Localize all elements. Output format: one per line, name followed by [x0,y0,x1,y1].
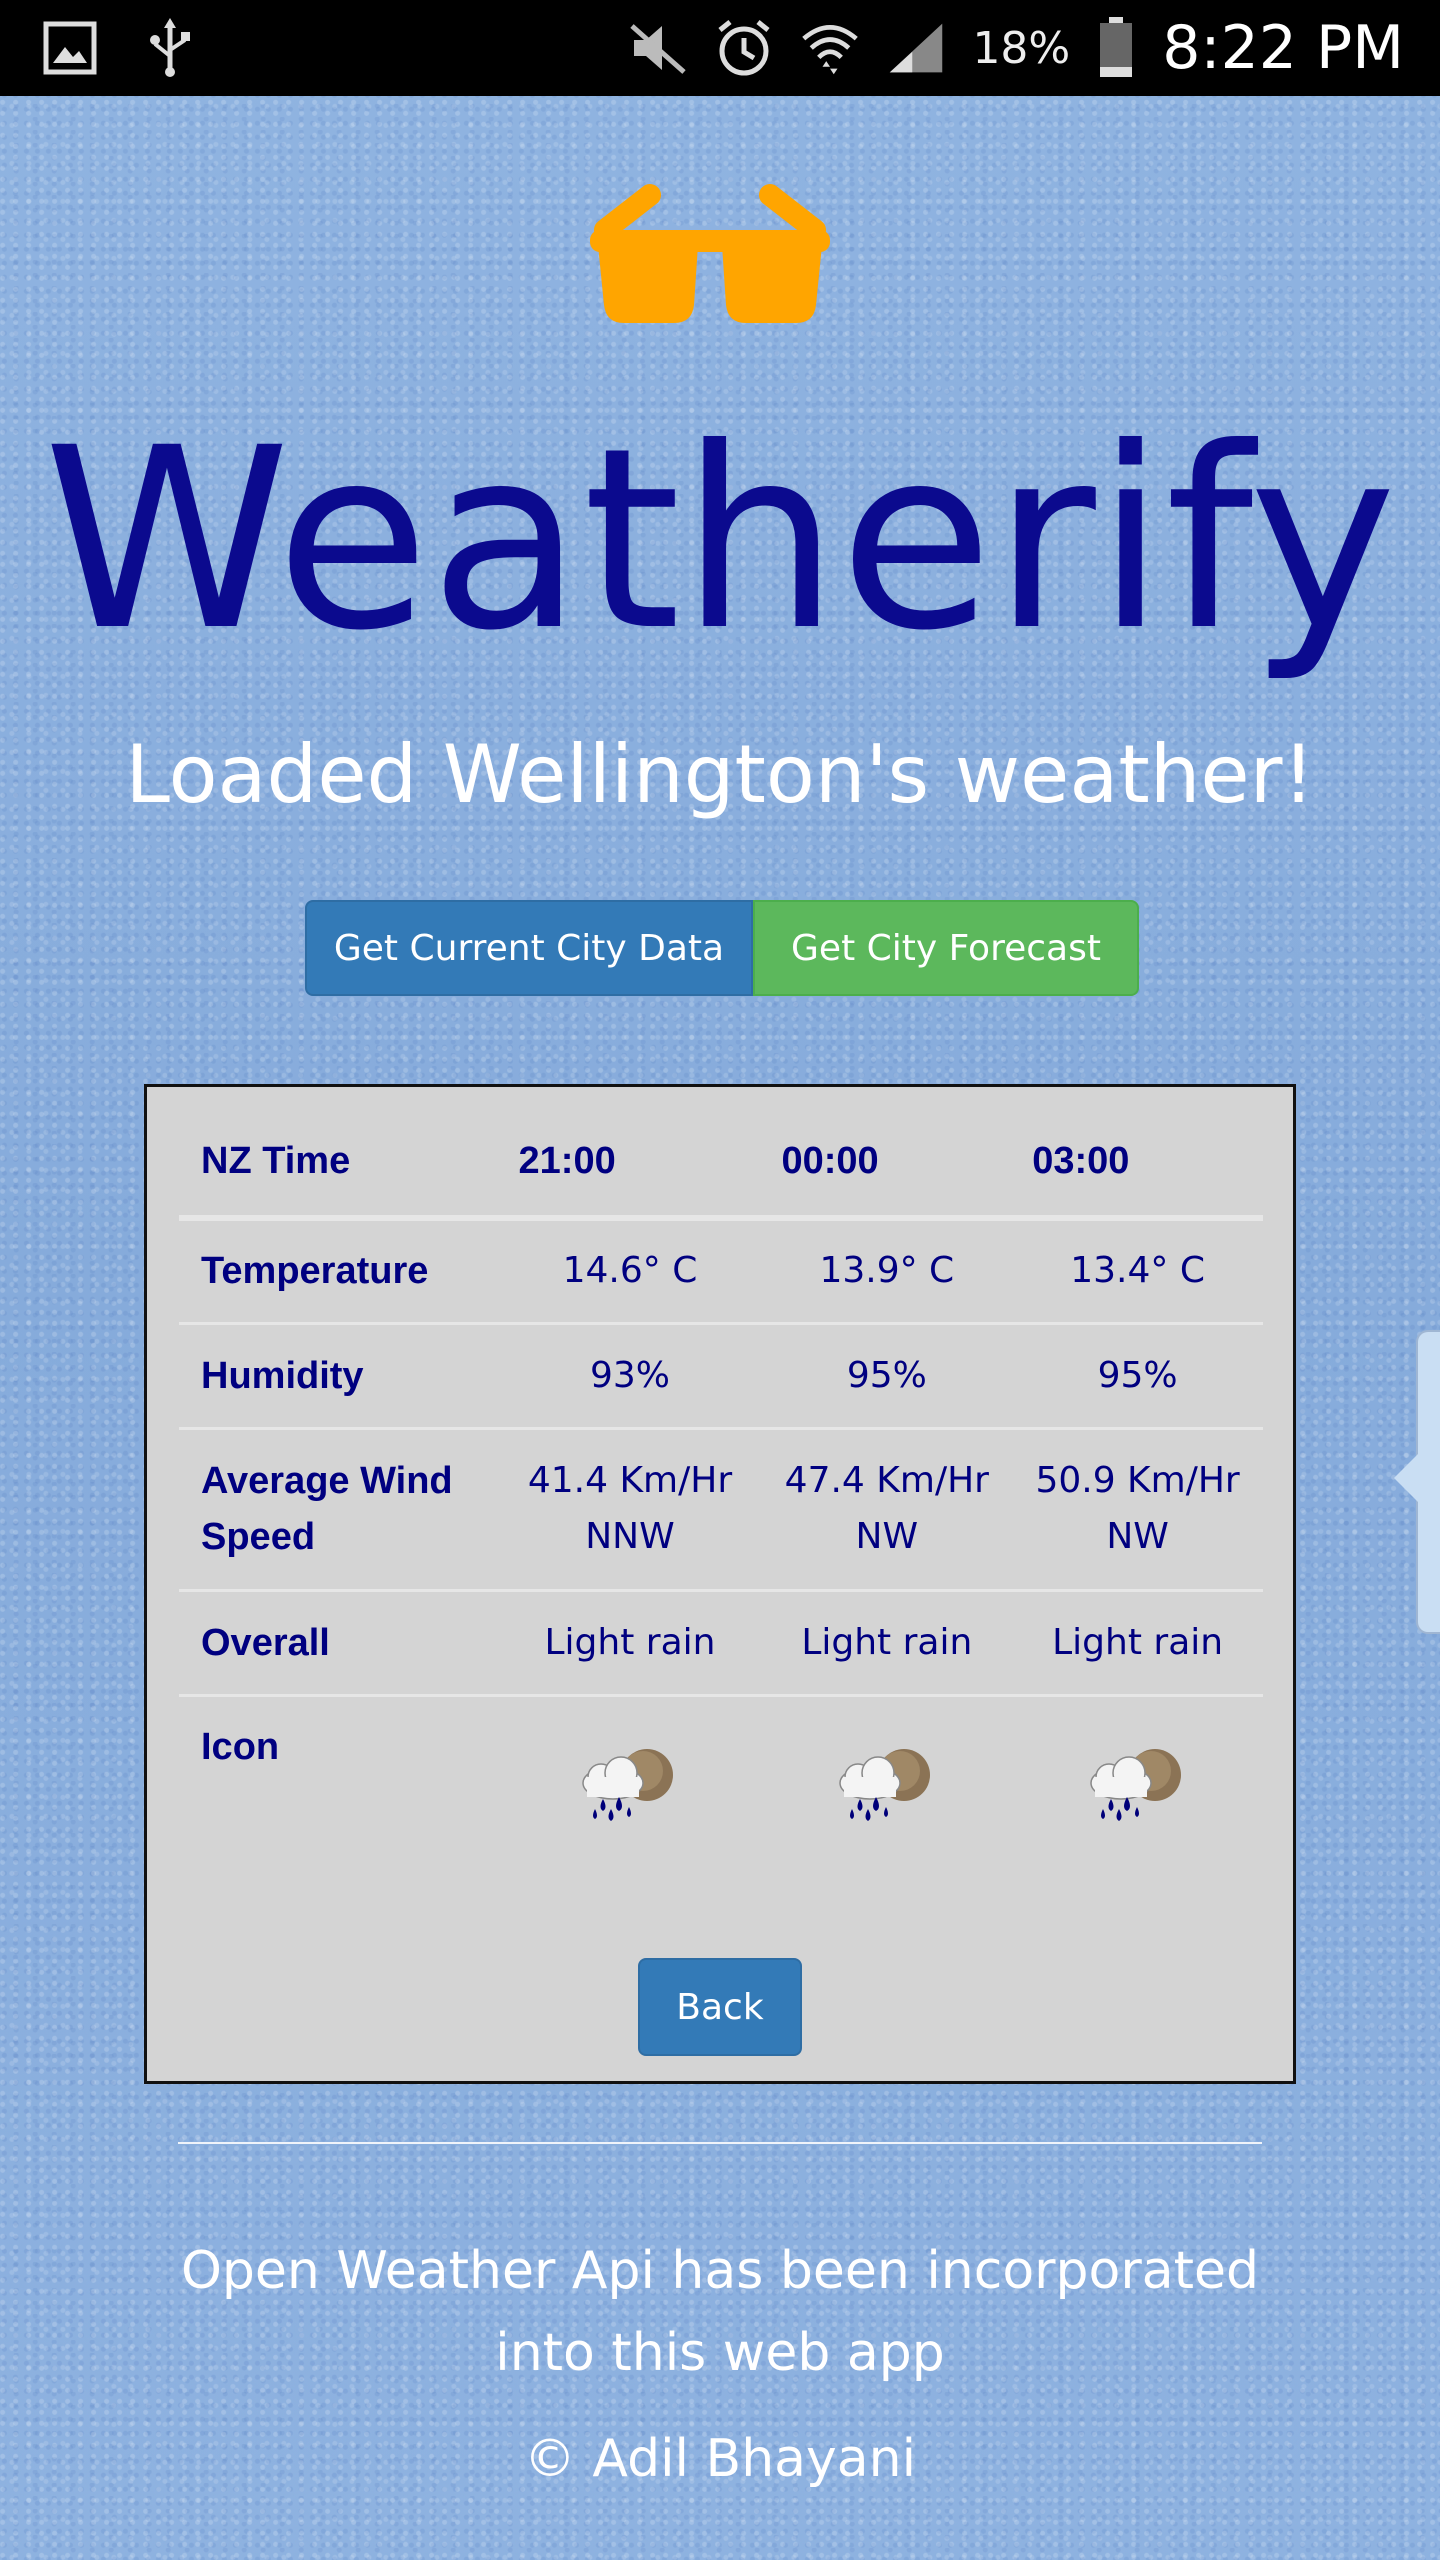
humidity-value: 95% [846,1354,927,1396]
humidity-label: Humidity [201,1354,364,1397]
wind-speed-value: 50.9 Km/Hr NW [1035,1460,1240,1557]
forecast-table: NZ Time 21:00 00:00 03:00 Temperature 14… [179,1107,1263,1877]
app-title: Weatherify [43,394,1397,685]
api-credit-note: Open Weather Api has been incorporated i… [180,2241,1259,2383]
table-header-row: NZ Time 21:00 00:00 03:00 [179,1107,1263,1221]
wind-speed-label: Average Wind Speed [201,1460,453,1558]
table-row: Overall Light rain Light rain Light rain [179,1590,1263,1695]
usb-icon [140,18,200,78]
temperature-value: 14.6° C [562,1250,698,1292]
overall-value: Light rain [544,1621,716,1663]
wifi-icon [800,18,860,78]
overall-value: Light rain [1052,1621,1224,1663]
gallery-icon [40,18,100,78]
icon-label: Icon [201,1725,280,1768]
mute-icon [628,18,688,78]
signal-icon [886,18,946,78]
get-current-city-data-button[interactable]: Get Current City Data [305,900,753,996]
humidity-value: 95% [1097,1354,1178,1396]
get-city-forecast-button[interactable]: Get City Forecast [753,900,1139,996]
temperature-value: 13.4° C [1070,1250,1205,1292]
alarm-icon [714,18,774,78]
wind-speed-value: 47.4 Km/Hr NW [784,1460,989,1557]
status-message: Loaded Wellington's weather! [125,728,1315,821]
time-header: 21:00 [498,1107,762,1221]
light-rain-icon [575,1747,685,1827]
weather-icon-cell [1012,1695,1263,1877]
temperature-value: 13.9° C [819,1250,955,1292]
sunglasses-icon [580,175,840,335]
back-button[interactable]: Back [638,1958,802,2056]
action-button-group: Get Current City Data Get City Forecast [305,900,1139,996]
overall-value: Light rain [801,1621,973,1663]
time-header: 00:00 [761,1107,1013,1221]
temperature-label: Temperature [201,1250,429,1293]
weather-icon-cell [761,1695,1012,1877]
copyright: © Adil Bhayani [523,2429,917,2489]
battery-icon [1096,17,1136,78]
light-rain-icon [1083,1747,1193,1827]
status-time: 8:22 PM [1162,13,1404,83]
weather-icon-cell [499,1695,762,1877]
light-rain-icon [832,1747,942,1827]
battery-percent: 18% [972,22,1071,74]
table-row: Temperature 14.6° C 13.9° C 13.4° C [179,1218,1263,1323]
status-bar: 18% 8:22 PM [0,0,1440,96]
humidity-value: 93% [589,1354,670,1396]
table-row: Icon [179,1695,1263,1877]
overall-label: Overall [201,1621,330,1664]
forecast-panel: NZ Time 21:00 00:00 03:00 Temperature 14… [144,1084,1296,2084]
nz-time-header: NZ Time [179,1107,499,1221]
footer-divider [178,2142,1262,2144]
table-row: Humidity 93% 95% 95% [179,1323,1263,1428]
wind-speed-value: 41.4 Km/Hr NNW [527,1460,733,1557]
time-header: 03:00 [1012,1107,1263,1221]
table-row: Average Wind Speed 41.4 Km/Hr NNW 47.4 K… [179,1428,1263,1590]
chevron-left-icon [1394,1450,1422,1506]
